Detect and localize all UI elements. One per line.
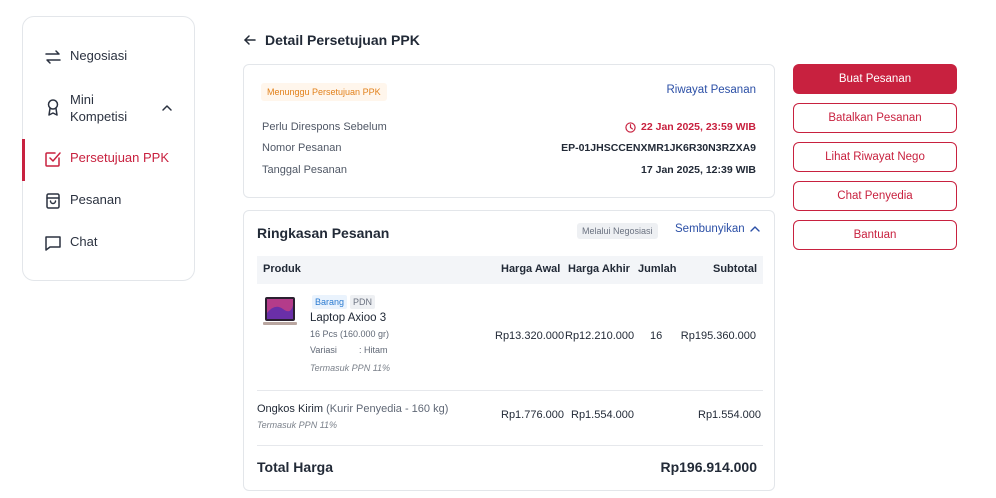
order-history-link[interactable]: Riwayat Pesanan <box>667 84 757 96</box>
product-variant-label: Variasi <box>310 345 337 355</box>
view-nego-history-button[interactable]: Lihat Riwayat Nego <box>793 142 957 172</box>
sidebar-item-label: Pesanan <box>70 192 122 207</box>
clock-icon <box>625 121 636 133</box>
shipping-row: Ongkos Kirim (Kurir Penyedia - 160 kg) <box>257 403 448 415</box>
shipping-subtotal: Rp1.554.000 <box>698 409 761 421</box>
hide-summary-toggle[interactable]: Sembunyikan <box>675 223 761 235</box>
sidebar-item-label: Mini Kompetisi <box>70 92 128 124</box>
order-number-value: EP-01JHSCCENXMR1JK6R30N3RZXA9 <box>561 142 756 154</box>
status-badge: Menunggu Persetujuan PPK <box>261 83 387 101</box>
shipping-label: Ongkos Kirim <box>257 403 324 415</box>
sidebar-item-label: Persetujuan PPK <box>70 150 170 165</box>
shipping-detail: (Kurir Penyedia - 160 kg) <box>326 403 449 415</box>
shipping-final-price: Rp1.554.000 <box>571 409 634 421</box>
response-deadline-value: 22 Jan 2025, 23:59 WIB <box>641 121 756 133</box>
shopping-bag-icon <box>46 193 60 209</box>
order-summary-card: Ringkasan Pesanan Melalui Negosiasi Semb… <box>243 210 775 491</box>
order-status-card: Menunggu Persetujuan PPK Riwayat Pesanan… <box>243 64 775 198</box>
product-tax-note: Termasuk PPN 11% <box>310 363 391 373</box>
product-tags: Barang PDN <box>312 295 378 309</box>
sidebar: Negosiasi Mini Kompetisi Persetujuan PPK… <box>22 16 195 281</box>
product-variant-value: : Hitam <box>359 345 388 355</box>
negotiation-source-badge: Melalui Negosiasi <box>577 223 658 239</box>
order-number-row: Nomor Pesanan EP-01JHSCCENXMR1JK6R30N3RZ… <box>262 142 756 154</box>
table-header: Produk Harga Awal Harga Akhir Jumlah Sub… <box>257 256 763 284</box>
award-icon <box>47 99 59 116</box>
product-origin-tag: PDN <box>350 295 376 309</box>
response-deadline-label: Perlu Direspons Sebelum <box>262 121 387 133</box>
sidebar-item-label: Chat <box>70 234 98 249</box>
col-initial-price: Harga Awal <box>501 263 561 275</box>
laptop-product-image <box>263 297 297 325</box>
product-subtotal: Rp195.360.000 <box>680 330 756 342</box>
product-name[interactable]: Laptop Axioo 3 <box>310 312 386 324</box>
page-header: Detail Persetujuan PPK <box>243 32 420 48</box>
col-final-price: Harga Akhir <box>568 263 630 275</box>
order-date-value: 17 Jan 2025, 12:39 WIB <box>641 164 756 176</box>
col-quantity: Jumlah <box>638 263 677 275</box>
swap-arrows-icon <box>45 50 61 64</box>
product-qty-desc: 16 Pcs (160.000 gr) <box>310 329 390 339</box>
product-type-tag: Barang <box>312 295 348 309</box>
divider <box>257 445 763 446</box>
col-subtotal: Subtotal <box>713 263 757 275</box>
page-title: Detail Persetujuan PPK <box>265 32 420 48</box>
sidebar-item-label: Negosiasi <box>70 48 128 63</box>
response-deadline-value-wrap: 22 Jan 2025, 23:59 WIB <box>625 121 756 133</box>
chat-bubble-icon <box>45 236 61 251</box>
help-button[interactable]: Bantuan <box>793 220 957 250</box>
active-indicator <box>22 139 25 181</box>
checkbox-check-icon <box>45 152 61 167</box>
response-deadline-row: Perlu Direspons Sebelum 22 Jan 2025, 23:… <box>262 121 756 133</box>
total-label: Total Harga <box>257 459 333 475</box>
chat-vendor-button[interactable]: Chat Penyedia <box>793 181 957 211</box>
create-order-button[interactable]: Buat Pesanan <box>793 64 957 94</box>
total-value: Rp196.914.000 <box>660 459 757 475</box>
divider <box>257 390 763 391</box>
product-initial-price: Rp13.320.000 <box>495 330 565 342</box>
order-number-label: Nomor Pesanan <box>262 142 342 154</box>
col-product: Produk <box>263 263 301 275</box>
back-arrow-icon[interactable] <box>243 33 257 47</box>
shipping-initial-price: Rp1.776.000 <box>501 409 564 421</box>
summary-title: Ringkasan Pesanan <box>257 225 390 241</box>
product-final-price: Rp12.210.000 <box>565 330 635 342</box>
order-date-row: Tanggal Pesanan 17 Jan 2025, 12:39 WIB <box>262 164 756 176</box>
cancel-order-button[interactable]: Batalkan Pesanan <box>793 103 957 133</box>
chevron-up-icon <box>749 226 760 232</box>
product-quantity: 16 <box>650 330 663 342</box>
shipping-tax-note: Termasuk PPN 11% <box>257 420 338 430</box>
hide-summary-label: Sembunyikan <box>675 223 745 235</box>
order-date-label: Tanggal Pesanan <box>262 164 348 176</box>
chevron-up-icon[interactable] <box>160 101 174 115</box>
